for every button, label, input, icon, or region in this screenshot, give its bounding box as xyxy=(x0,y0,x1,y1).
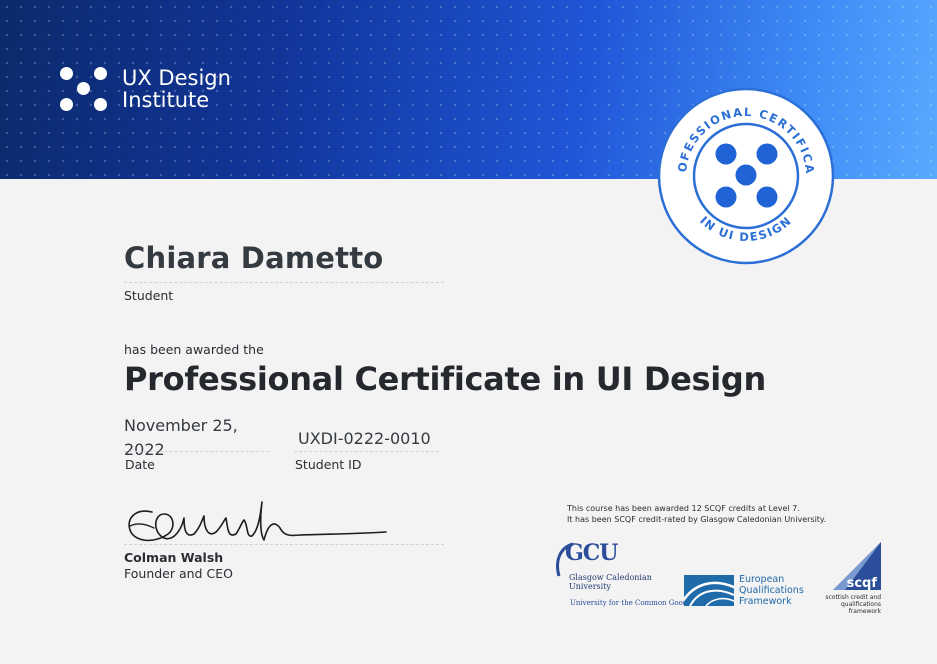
scqf-line-2: qualifications framework xyxy=(841,601,881,615)
divider xyxy=(124,544,444,545)
scqf-line-1: scottish credit and xyxy=(825,594,881,601)
accreditation-text: This course has been awarded 12 SCQF cre… xyxy=(567,503,826,525)
brand-name: UX Design Institute xyxy=(122,67,231,111)
eqf-logo: European Qualifications Framework xyxy=(684,574,814,608)
eqf-name: European Qualifications Framework xyxy=(739,574,804,607)
gcu-logo: GCU Glasgow Caledonian University Univer… xyxy=(553,540,687,612)
eqf-line-3: Framework xyxy=(739,596,792,607)
brand-line-2: Institute xyxy=(122,88,210,112)
scqf-abbr: scqf xyxy=(847,576,878,591)
gcu-name-line-2: University xyxy=(569,582,611,591)
gcu-tagline: University for the Common Good xyxy=(570,599,688,607)
brand-line-1: UX Design xyxy=(122,66,231,90)
scqf-triangle-icon: scqf xyxy=(833,542,881,591)
signature-image xyxy=(128,501,387,542)
recipient-role-label: Student xyxy=(124,288,174,303)
gcu-abbr: GCU xyxy=(565,540,618,566)
award-intro: has been awarded the xyxy=(124,342,264,357)
eqf-mark-icon xyxy=(684,575,734,606)
divider xyxy=(294,451,439,452)
divider xyxy=(124,451,269,452)
student-id-label: Student ID xyxy=(295,457,362,472)
eqf-line-1: European xyxy=(739,574,785,585)
certificate-title: Professional Certificate in UI Design xyxy=(124,360,766,398)
scqf-logo: scqf scottish credit and qualifications … xyxy=(815,540,883,615)
brand-dots-icon xyxy=(59,64,109,114)
gcu-name: Glasgow Caledonian University xyxy=(569,573,652,591)
certificate-seal: PROFESSIONAL CERTIFICATE IN UI DESIGN xyxy=(657,87,835,265)
award-date: November 25, 2022 xyxy=(124,416,238,459)
divider xyxy=(124,282,444,283)
signatory-name: Colman Walsh xyxy=(124,550,224,565)
accreditation-line-1: This course has been awarded 12 SCQF cre… xyxy=(567,504,800,513)
gcu-name-line-1: Glasgow Caledonian xyxy=(569,573,652,582)
recipient-name: Chiara Dametto xyxy=(124,241,384,275)
date-label: Date xyxy=(125,457,155,472)
signatory-title: Founder and CEO xyxy=(124,566,233,581)
scqf-name: scottish credit and qualifications frame… xyxy=(815,594,881,615)
student-id: UXDI-0222-0010 xyxy=(298,429,431,448)
eqf-line-2: Qualifications xyxy=(739,585,804,596)
brand-logo: UX Design Institute xyxy=(59,64,231,114)
accreditation-line-2: It has been SCQF credit-rated by Glasgow… xyxy=(567,515,827,524)
